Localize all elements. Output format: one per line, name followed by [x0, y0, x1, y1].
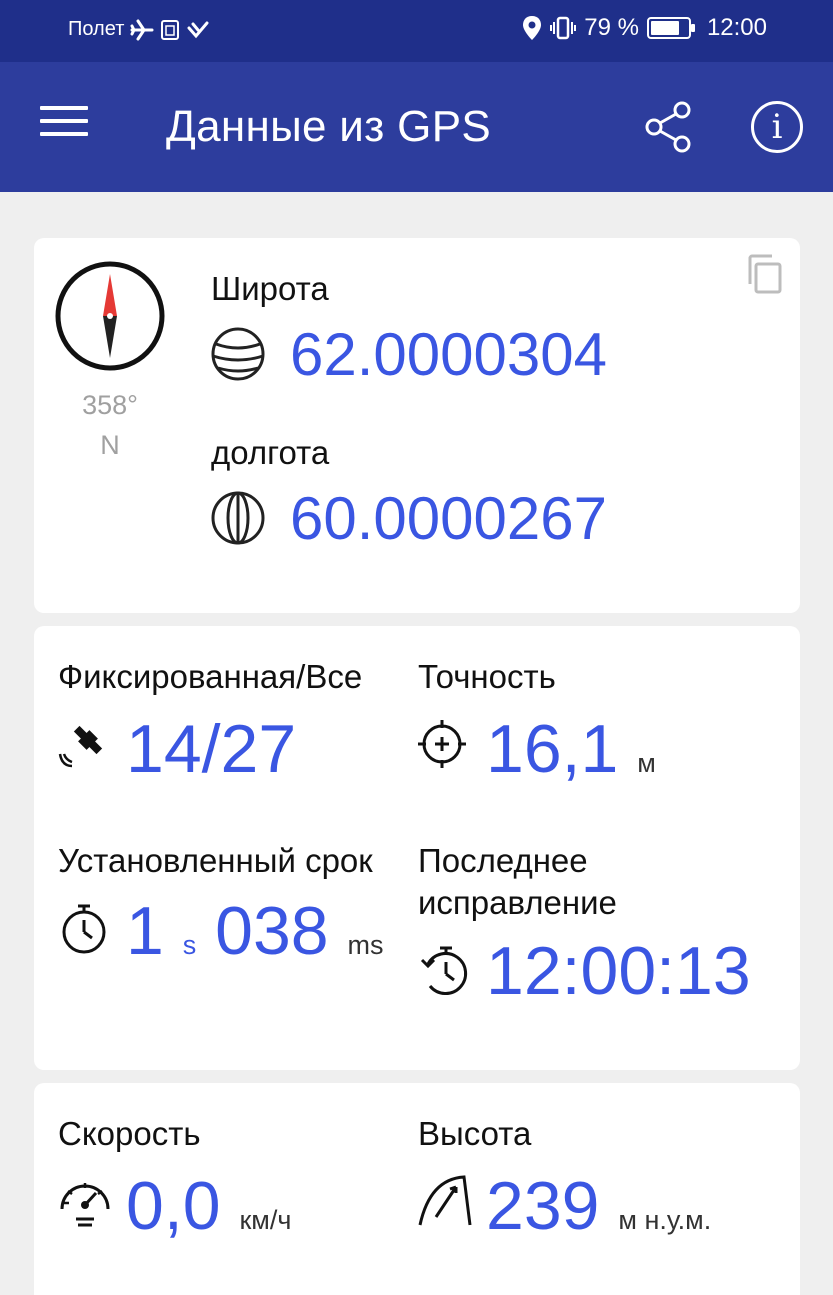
share-icon [645, 101, 691, 153]
sim-icon [161, 19, 180, 40]
share-button[interactable] [640, 98, 696, 154]
airplane-mode-label: Полет [68, 18, 125, 40]
app-title: Данные из GPS [166, 102, 491, 151]
accuracy-label: Точность [418, 658, 556, 695]
status-bar: Полет 79 % 12:00 [0, 0, 833, 62]
time-to-fix-ms: 038 [215, 893, 329, 969]
battery-icon [646, 17, 695, 39]
history-timer-icon [420, 946, 468, 995]
battery-level-fill [650, 21, 680, 35]
status-right: 79 % 12:00 [522, 14, 767, 42]
crosshair-icon [418, 720, 466, 768]
satellite-icon [58, 725, 103, 768]
vpn-icon [187, 21, 209, 38]
time-to-fix-value-row: 1 s 038 ms [126, 892, 384, 970]
altitude-value: 239 [486, 1168, 600, 1244]
latitude-icon [211, 327, 265, 381]
battery-percent: 79 % [584, 14, 639, 41]
menu-button[interactable] [40, 106, 88, 142]
altitude-icon [418, 1175, 472, 1226]
compass-icon [55, 261, 165, 371]
speed-value-row: 0,0 км/ч [126, 1167, 291, 1245]
last-fix-label-line1: Последнее [418, 842, 588, 879]
time-to-fix-ms-unit: ms [347, 930, 384, 960]
last-fix-value: 12:00:13 [486, 933, 751, 1009]
menu-icon-line [40, 132, 88, 136]
info-button[interactable]: i [751, 101, 803, 153]
app-bar: Данные из GPS i [0, 62, 833, 192]
latitude-label: Широта [211, 270, 329, 307]
speed-unit: км/ч [239, 1205, 292, 1235]
time-to-fix-label: Установленный срок [58, 842, 373, 879]
satellites-label: Фиксированная/Все [58, 658, 363, 695]
altitude-label: Высота [418, 1115, 532, 1152]
location-icon [523, 16, 542, 40]
menu-icon [40, 106, 88, 110]
last-fix-label: Последнее исправление [418, 842, 617, 922]
fix-card: Фиксированная/Все 14/27 Точность 16,1 м … [34, 626, 800, 1070]
menu-icon-line [40, 119, 88, 123]
vibrate-icon [550, 16, 577, 40]
accuracy-value-row: 16,1 м [486, 710, 656, 788]
satellites-value: 14/27 [126, 711, 297, 787]
speed-value: 0,0 [126, 1168, 221, 1244]
accuracy-value: 16,1 [486, 711, 619, 787]
altitude-value-row: 239 м н.у.м. [486, 1167, 711, 1245]
longitude-value: 60.0000267 [290, 485, 607, 552]
copy-icon[interactable] [744, 252, 784, 296]
airplane-icon [130, 19, 154, 40]
heading-direction: N [100, 430, 120, 460]
longitude-label: долгота [211, 434, 330, 471]
accuracy-unit: м [637, 748, 656, 778]
time-to-fix-seconds-unit: s [182, 930, 197, 960]
heading-degrees: 358° [82, 390, 138, 420]
speedometer-icon [60, 1183, 110, 1227]
time-to-fix-seconds: 1 [126, 893, 164, 969]
longitude-icon [211, 491, 265, 545]
stopwatch-icon [62, 904, 106, 954]
status-left: Полет [68, 18, 210, 41]
coordinates-card: 358° N Широта 62.0000304 долгота 60.0000… [34, 238, 800, 613]
motion-card: Скорость 0,0 км/ч Высота 239 м н.у.м. [34, 1083, 800, 1295]
latitude-value: 62.0000304 [290, 321, 607, 388]
status-time: 12:00 [706, 14, 767, 41]
altitude-unit: м н.у.м. [618, 1205, 712, 1235]
speed-label: Скорость [58, 1115, 201, 1152]
info-icon: i [771, 107, 783, 147]
last-fix-label-line2: исправление [418, 884, 617, 921]
